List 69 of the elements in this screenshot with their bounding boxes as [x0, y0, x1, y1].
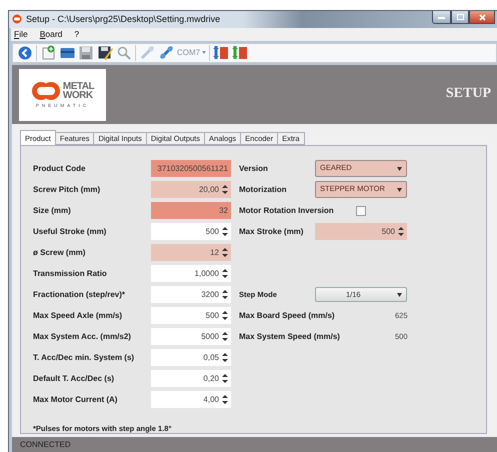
save-icon[interactable]: [78, 44, 94, 61]
maximize-icon: [456, 14, 464, 20]
close-icon: [478, 14, 486, 21]
spinner-icon[interactable]: [222, 352, 228, 364]
minimize-icon: [438, 16, 445, 19]
spinner-icon[interactable]: [222, 184, 228, 196]
field-label: Max System Acc. (mm/s2): [33, 331, 131, 342]
number-field[interactable]: 12: [151, 244, 231, 262]
close-button[interactable]: [469, 11, 495, 24]
number-field[interactable]: 5000: [151, 328, 231, 346]
number-field[interactable]: 20,00: [151, 181, 231, 198]
spinner-icon[interactable]: [222, 226, 228, 238]
field-label: Max System Speed (mm/s): [239, 331, 340, 342]
field-label: Motorization: [239, 184, 287, 196]
logo-text: METAL: [62, 82, 94, 92]
field-label: Version: [239, 163, 268, 174]
caret-icon: [397, 166, 402, 171]
number-field[interactable]: 500: [151, 223, 231, 240]
checkbox[interactable]: [356, 206, 366, 216]
spinner-icon[interactable]: [222, 310, 228, 322]
field-label: Max Speed Axle (mm/s): [33, 310, 122, 322]
spinner-icon[interactable]: [222, 394, 228, 406]
field-label: Default T. Acc/Dec (s): [33, 373, 114, 384]
spinner-icon[interactable]: [222, 247, 228, 258]
spinner-icon[interactable]: [398, 226, 404, 238]
logo-icon: [30, 81, 61, 102]
menu-item[interactable]: File: [14, 29, 28, 40]
field-label: Fractionation (step/rev)*: [33, 289, 126, 300]
number-field[interactable]: 1,0000: [151, 265, 231, 282]
number-field[interactable]: 0,20: [151, 370, 231, 388]
maximize-button[interactable]: [451, 11, 469, 24]
number-field[interactable]: 3710320500561121: [151, 160, 231, 178]
number-field[interactable]: 3200: [151, 286, 231, 304]
menu-item[interactable]: Board: [40, 29, 62, 40]
field-label: Motor Rotation Inversion: [239, 205, 334, 216]
number-field[interactable]: 500: [151, 307, 231, 324]
caret-icon: [202, 51, 206, 54]
plug-icon[interactable]: [158, 44, 174, 61]
transfer-icon[interactable]: [232, 44, 248, 61]
field-label: Useful Stroke (mm): [33, 226, 106, 238]
app-icon: [12, 14, 22, 24]
number-field[interactable]: 4,00: [151, 391, 231, 408]
window-title: Setup - C:\Users\prg25\Desktop\Setting.mwdrive: [26, 14, 222, 24]
page-title: SETUP: [446, 86, 491, 102]
number-field[interactable]: 500: [315, 223, 407, 240]
caret-icon: [397, 292, 402, 297]
field-label: Size (mm): [33, 205, 71, 216]
minimize-button[interactable]: [432, 11, 451, 24]
save-edit-icon[interactable]: [97, 44, 113, 61]
field-label: ø Screw (mm): [33, 247, 86, 258]
field-label: Max Stroke (mm): [239, 226, 304, 238]
transfer-icon[interactable]: [213, 44, 230, 61]
number-field[interactable]: 32: [151, 202, 231, 220]
spinner-icon[interactable]: [222, 373, 228, 384]
menu-item[interactable]: ?: [74, 29, 80, 40]
field-label: Screw Pitch (mm): [33, 184, 100, 196]
field-label: T. Acc/Dec min. System (s): [33, 352, 134, 364]
logo-text: WORK: [62, 91, 94, 100]
spinner-icon[interactable]: [222, 268, 228, 280]
caret-icon: [397, 188, 402, 192]
number-field[interactable]: 0,05: [151, 349, 231, 366]
field-label: Product Code: [33, 163, 86, 174]
back-icon[interactable]: [17, 44, 33, 61]
status-text: CONNECTED: [20, 440, 71, 450]
field-label: Transmission Ratio: [33, 268, 107, 280]
field-label: Max Board Speed (mm/s): [239, 310, 335, 322]
field-label: Max Motor Current (A): [33, 394, 118, 406]
spinner-icon[interactable]: [222, 331, 228, 342]
spinner-icon[interactable]: [222, 289, 228, 300]
